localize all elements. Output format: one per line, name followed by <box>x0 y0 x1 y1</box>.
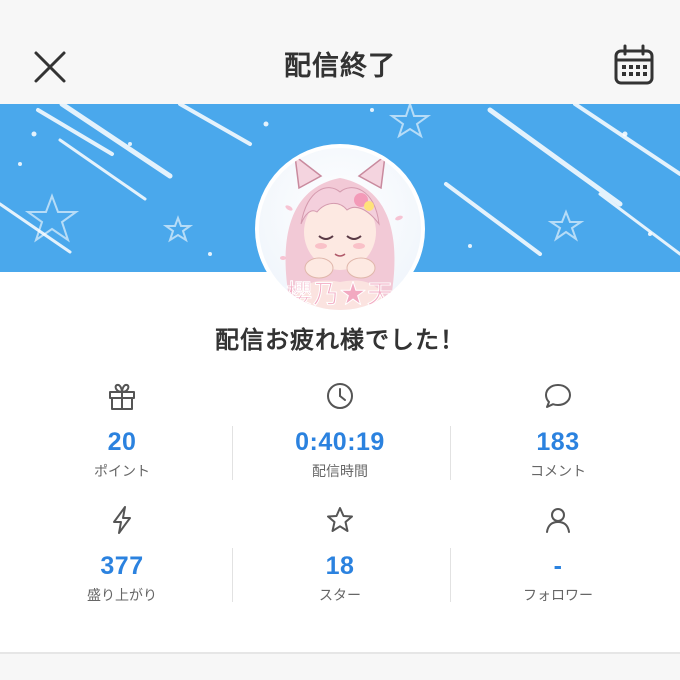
excitement-value: 377 <box>100 552 144 580</box>
header-bar: 配信終了 <box>0 0 680 104</box>
stat-followers: - フォロワー <box>445 500 671 605</box>
comment-icon <box>445 376 671 416</box>
stat-points: 20 ポイント <box>9 376 235 481</box>
duration-value: 0:40:19 <box>295 428 385 456</box>
followers-label: フォロワー <box>523 588 593 604</box>
points-value: 20 <box>107 428 137 456</box>
excitement-label: 盛り上がり <box>87 588 157 604</box>
stat-excitement: 377 盛り上がり <box>9 500 235 605</box>
bottom-area <box>0 654 680 680</box>
calendar-icon <box>614 44 654 85</box>
stats-grid: 20 ポイント 0:40:19 配信時間 183 コメント 377 盛り上がり … <box>0 372 680 612</box>
stars-label: スター <box>319 588 361 604</box>
stat-comments: 183 コメント <box>445 376 671 481</box>
stars-value: 18 <box>325 552 355 580</box>
lightning-icon <box>9 500 235 540</box>
stat-duration: 0:40:19 配信時間 <box>227 376 453 481</box>
points-label: ポイント <box>94 464 150 480</box>
stream-end-message: 配信お疲れ様でした！ <box>215 326 465 354</box>
streamer-avatar[interactable]: 櫻乃★天 <box>259 148 421 310</box>
duration-label: 配信時間 <box>312 464 368 480</box>
calendar-button[interactable] <box>612 43 656 87</box>
clock-icon <box>227 376 453 416</box>
person-icon <box>445 500 671 540</box>
comments-label: コメント <box>530 464 586 480</box>
avatar-logo-text: 櫻乃★天 <box>285 280 394 311</box>
page-title: 配信終了 <box>284 51 396 82</box>
star-icon <box>227 500 453 540</box>
stat-stars: 18 スター <box>227 500 453 605</box>
followers-value: - <box>553 552 563 580</box>
comments-value: 183 <box>536 428 580 456</box>
gift-icon <box>9 376 235 416</box>
